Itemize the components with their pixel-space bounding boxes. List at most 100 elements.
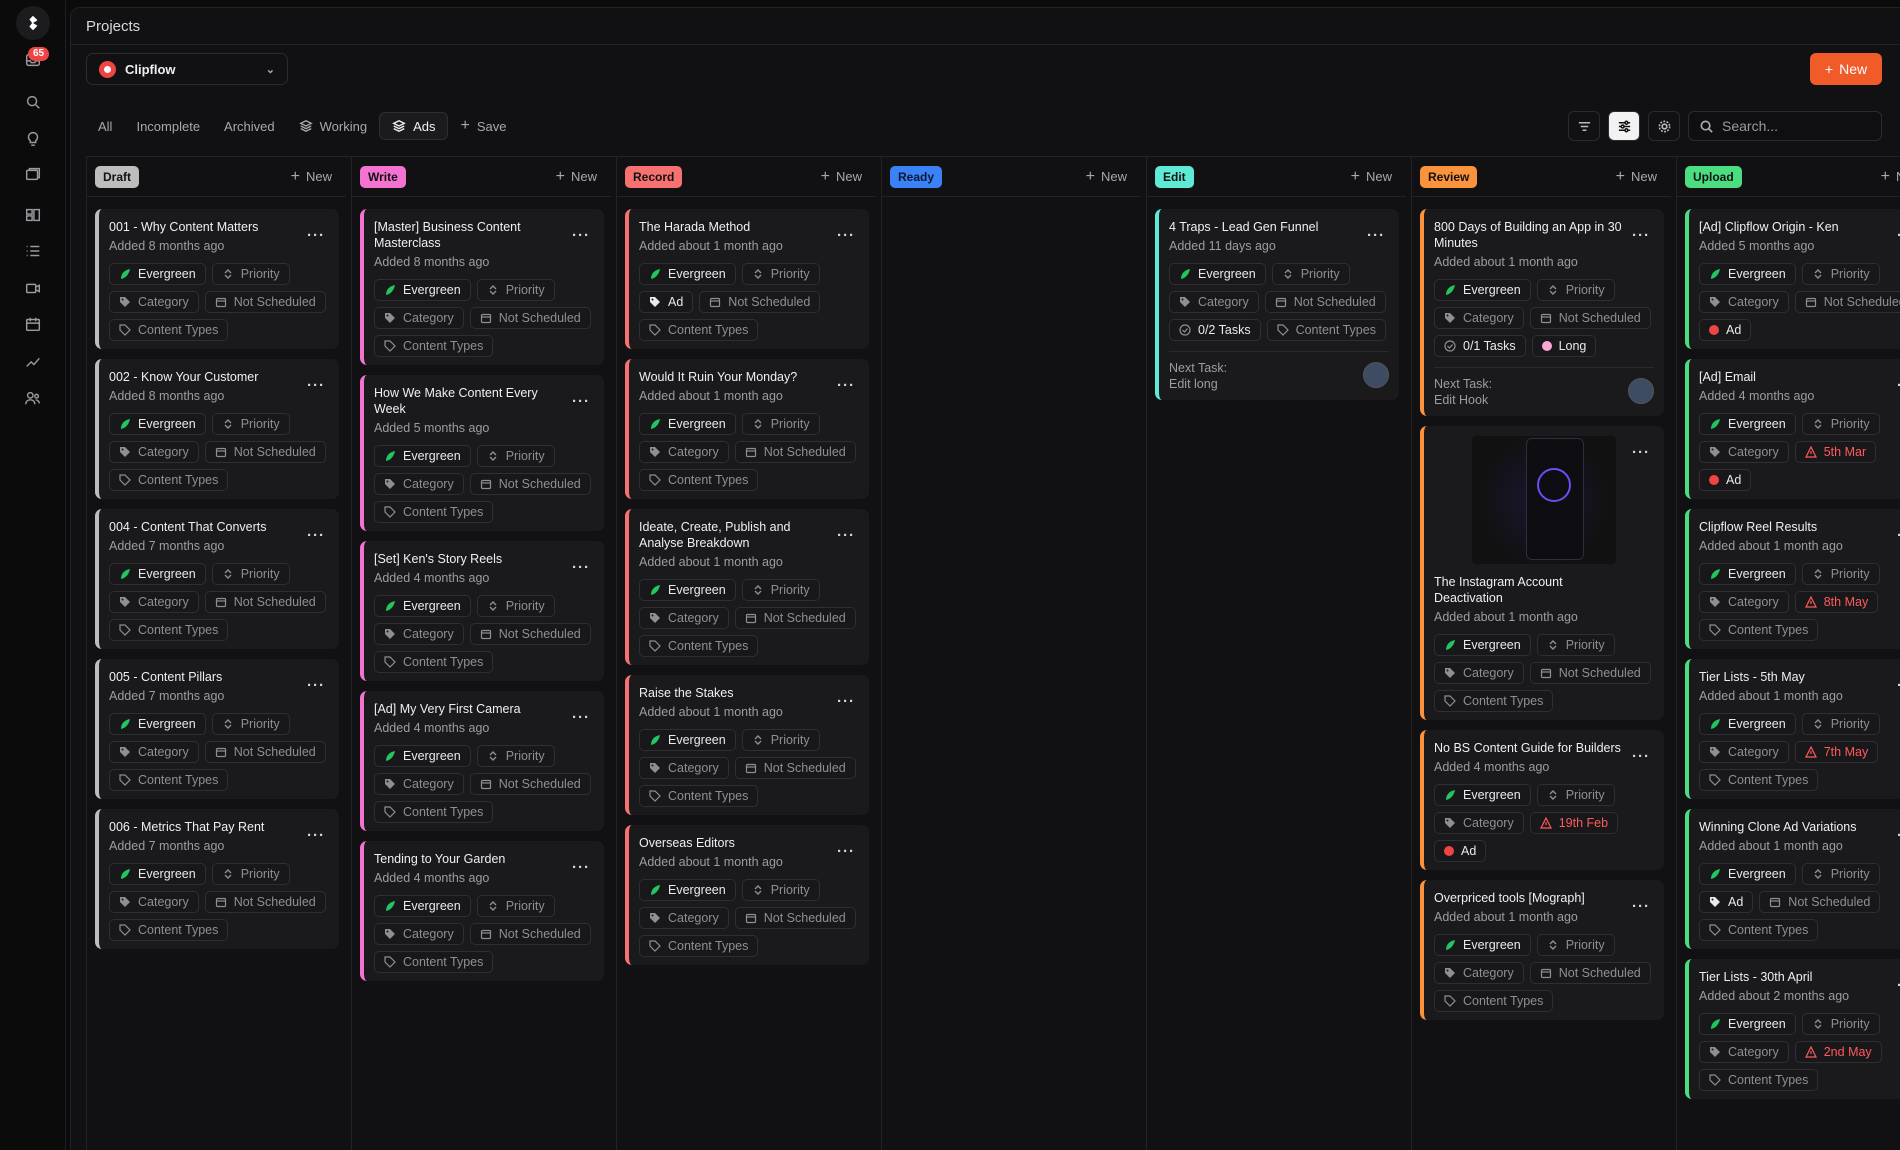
avatar[interactable] <box>1628 378 1654 404</box>
schedule-field[interactable]: Not Scheduled <box>469 623 591 645</box>
project-card[interactable]: No BS Content Guide for Builders Added 4 … <box>1420 730 1664 870</box>
project-card[interactable]: [Master] Business Content Masterclass Add… <box>360 209 604 365</box>
priority-field[interactable]: Priority <box>741 579 820 601</box>
filter-all[interactable]: All <box>86 112 124 140</box>
content-types-field[interactable]: Content Types <box>1434 990 1554 1012</box>
add-card-button[interactable]: +New <box>291 168 332 186</box>
priority-field[interactable]: Priority <box>1536 784 1615 806</box>
evergreen-tag[interactable]: Evergreen <box>639 879 736 901</box>
evergreen-tag[interactable]: Evergreen <box>109 263 206 285</box>
evergreen-tag[interactable]: Evergreen <box>1169 263 1266 285</box>
schedule-field[interactable]: Not Scheduled <box>469 473 591 495</box>
priority-field[interactable]: Priority <box>211 413 290 435</box>
more-options-icon[interactable]: ··· <box>307 377 325 394</box>
due-date-warning[interactable]: 8th May <box>1794 591 1879 613</box>
avatar[interactable] <box>1363 362 1389 388</box>
project-card[interactable]: 006 - Metrics That Pay Rent Added 7 month… <box>95 809 339 949</box>
priority-field[interactable]: Priority <box>741 879 820 901</box>
evergreen-tag[interactable]: Evergreen <box>639 413 736 435</box>
content-types-field[interactable]: Content Types <box>374 651 494 673</box>
evergreen-tag[interactable]: Evergreen <box>374 895 471 917</box>
content-types-field[interactable]: Content Types <box>109 319 229 341</box>
schedule-field[interactable]: Not Scheduled <box>204 741 326 763</box>
priority-field[interactable]: Priority <box>476 745 555 767</box>
more-options-icon[interactable]: ··· <box>572 859 590 876</box>
board-icon[interactable] <box>17 199 49 231</box>
schedule-field[interactable]: Not Scheduled <box>734 607 856 629</box>
project-card[interactable]: Clipflow Reel Results Added about 1 month… <box>1685 509 1900 649</box>
project-card[interactable]: How We Make Content Every Week Added 5 mo… <box>360 375 604 531</box>
app-logo[interactable] <box>16 6 50 40</box>
category-field[interactable]: Category <box>1699 441 1789 463</box>
filter-working[interactable]: Working <box>287 112 379 140</box>
schedule-field[interactable]: Not Scheduled <box>1759 891 1881 913</box>
content-types-field[interactable]: Content Types <box>1266 319 1386 341</box>
project-card[interactable]: Would It Ruin Your Monday? Added about 1 … <box>625 359 869 499</box>
content-types-field[interactable]: Content Types <box>109 919 229 941</box>
priority-field[interactable]: Priority <box>476 279 555 301</box>
category-field[interactable]: Category <box>1699 741 1789 763</box>
add-card-button[interactable]: +New <box>1086 168 1127 186</box>
priority-field[interactable]: Priority <box>211 263 290 285</box>
content-types-field[interactable]: Content Types <box>639 785 759 807</box>
schedule-field[interactable]: Not Scheduled <box>204 291 326 313</box>
evergreen-tag[interactable]: Evergreen <box>374 595 471 617</box>
project-card[interactable]: 005 - Content Pillars Added 7 months ago E… <box>95 659 339 799</box>
project-card[interactable]: 4 Traps - Lead Gen Funnel Added 11 days a… <box>1155 209 1399 400</box>
analytics-icon[interactable] <box>17 345 49 377</box>
evergreen-tag[interactable]: Evergreen <box>1699 263 1796 285</box>
evergreen-tag[interactable]: Evergreen <box>1699 413 1796 435</box>
more-options-icon[interactable]: ··· <box>1632 227 1650 244</box>
list-icon[interactable] <box>17 235 49 267</box>
evergreen-tag[interactable]: Evergreen <box>374 445 471 467</box>
content-types-field[interactable]: Content Types <box>1699 919 1819 941</box>
evergreen-tag[interactable]: Evergreen <box>1699 713 1796 735</box>
ad-badge[interactable]: Ad <box>1699 319 1752 341</box>
due-date-warning[interactable]: 19th Feb <box>1529 812 1619 834</box>
more-options-icon[interactable]: ··· <box>837 377 855 394</box>
category-field[interactable]: Category <box>374 923 464 945</box>
filter-incomplete[interactable]: Incomplete <box>124 112 212 140</box>
content-types-field[interactable]: Content Types <box>374 801 494 823</box>
schedule-field[interactable]: Not Scheduled <box>1264 291 1386 313</box>
more-options-icon[interactable]: ··· <box>1632 444 1650 461</box>
project-card[interactable]: 800 Days of Building an App in 30 Minute… <box>1420 209 1664 416</box>
evergreen-tag[interactable]: Evergreen <box>374 745 471 767</box>
category-field[interactable]: Category <box>109 291 199 313</box>
priority-field[interactable]: Priority <box>1536 934 1615 956</box>
project-card[interactable]: Raise the Stakes Added about 1 month ago E… <box>625 675 869 815</box>
settings-button[interactable] <box>1648 111 1680 141</box>
search-icon[interactable] <box>17 86 49 118</box>
calendar-icon[interactable] <box>17 308 49 340</box>
ad-badge[interactable]: Ad <box>1699 469 1752 491</box>
priority-field[interactable]: Priority <box>1536 279 1615 301</box>
priority-field[interactable]: Priority <box>1801 563 1880 585</box>
project-card[interactable]: Ideate, Create, Publish and Analyse Brea… <box>625 509 869 665</box>
folders-icon[interactable] <box>17 158 49 190</box>
category-field[interactable]: Category <box>374 623 464 645</box>
add-card-button[interactable]: +New <box>1351 168 1392 186</box>
category-field[interactable]: Category <box>109 891 199 913</box>
evergreen-tag[interactable]: Evergreen <box>1699 863 1796 885</box>
schedule-field[interactable]: Not Scheduled <box>1529 962 1651 984</box>
lightbulb-icon[interactable] <box>17 122 49 154</box>
tasks-progress[interactable]: 0/2 Tasks <box>1169 319 1261 341</box>
content-types-field[interactable]: Content Types <box>1699 619 1819 641</box>
project-card[interactable]: Tier Lists - 30th April Added about 2 mon… <box>1685 959 1900 1099</box>
more-options-icon[interactable]: ··· <box>307 227 325 244</box>
content-types-field[interactable]: Content Types <box>374 335 494 357</box>
project-card[interactable]: [Ad] Email Added 4 months ago Evergreen Pri… <box>1685 359 1900 499</box>
evergreen-tag[interactable]: Evergreen <box>1434 784 1531 806</box>
priority-field[interactable]: Priority <box>1801 263 1880 285</box>
project-card[interactable]: The Instagram Account Deactivation Added … <box>1420 426 1664 720</box>
length-tag[interactable]: Long <box>1531 335 1597 357</box>
evergreen-tag[interactable]: Evergreen <box>639 579 736 601</box>
more-options-icon[interactable]: ··· <box>307 827 325 844</box>
more-options-icon[interactable]: ··· <box>837 843 855 860</box>
more-options-icon[interactable]: ··· <box>307 527 325 544</box>
due-date-warning[interactable]: 2nd May <box>1794 1041 1882 1063</box>
evergreen-tag[interactable]: Evergreen <box>374 279 471 301</box>
category-field[interactable]: Category <box>109 441 199 463</box>
content-types-field[interactable]: Content Types <box>1434 690 1554 712</box>
priority-field[interactable]: Priority <box>211 713 290 735</box>
